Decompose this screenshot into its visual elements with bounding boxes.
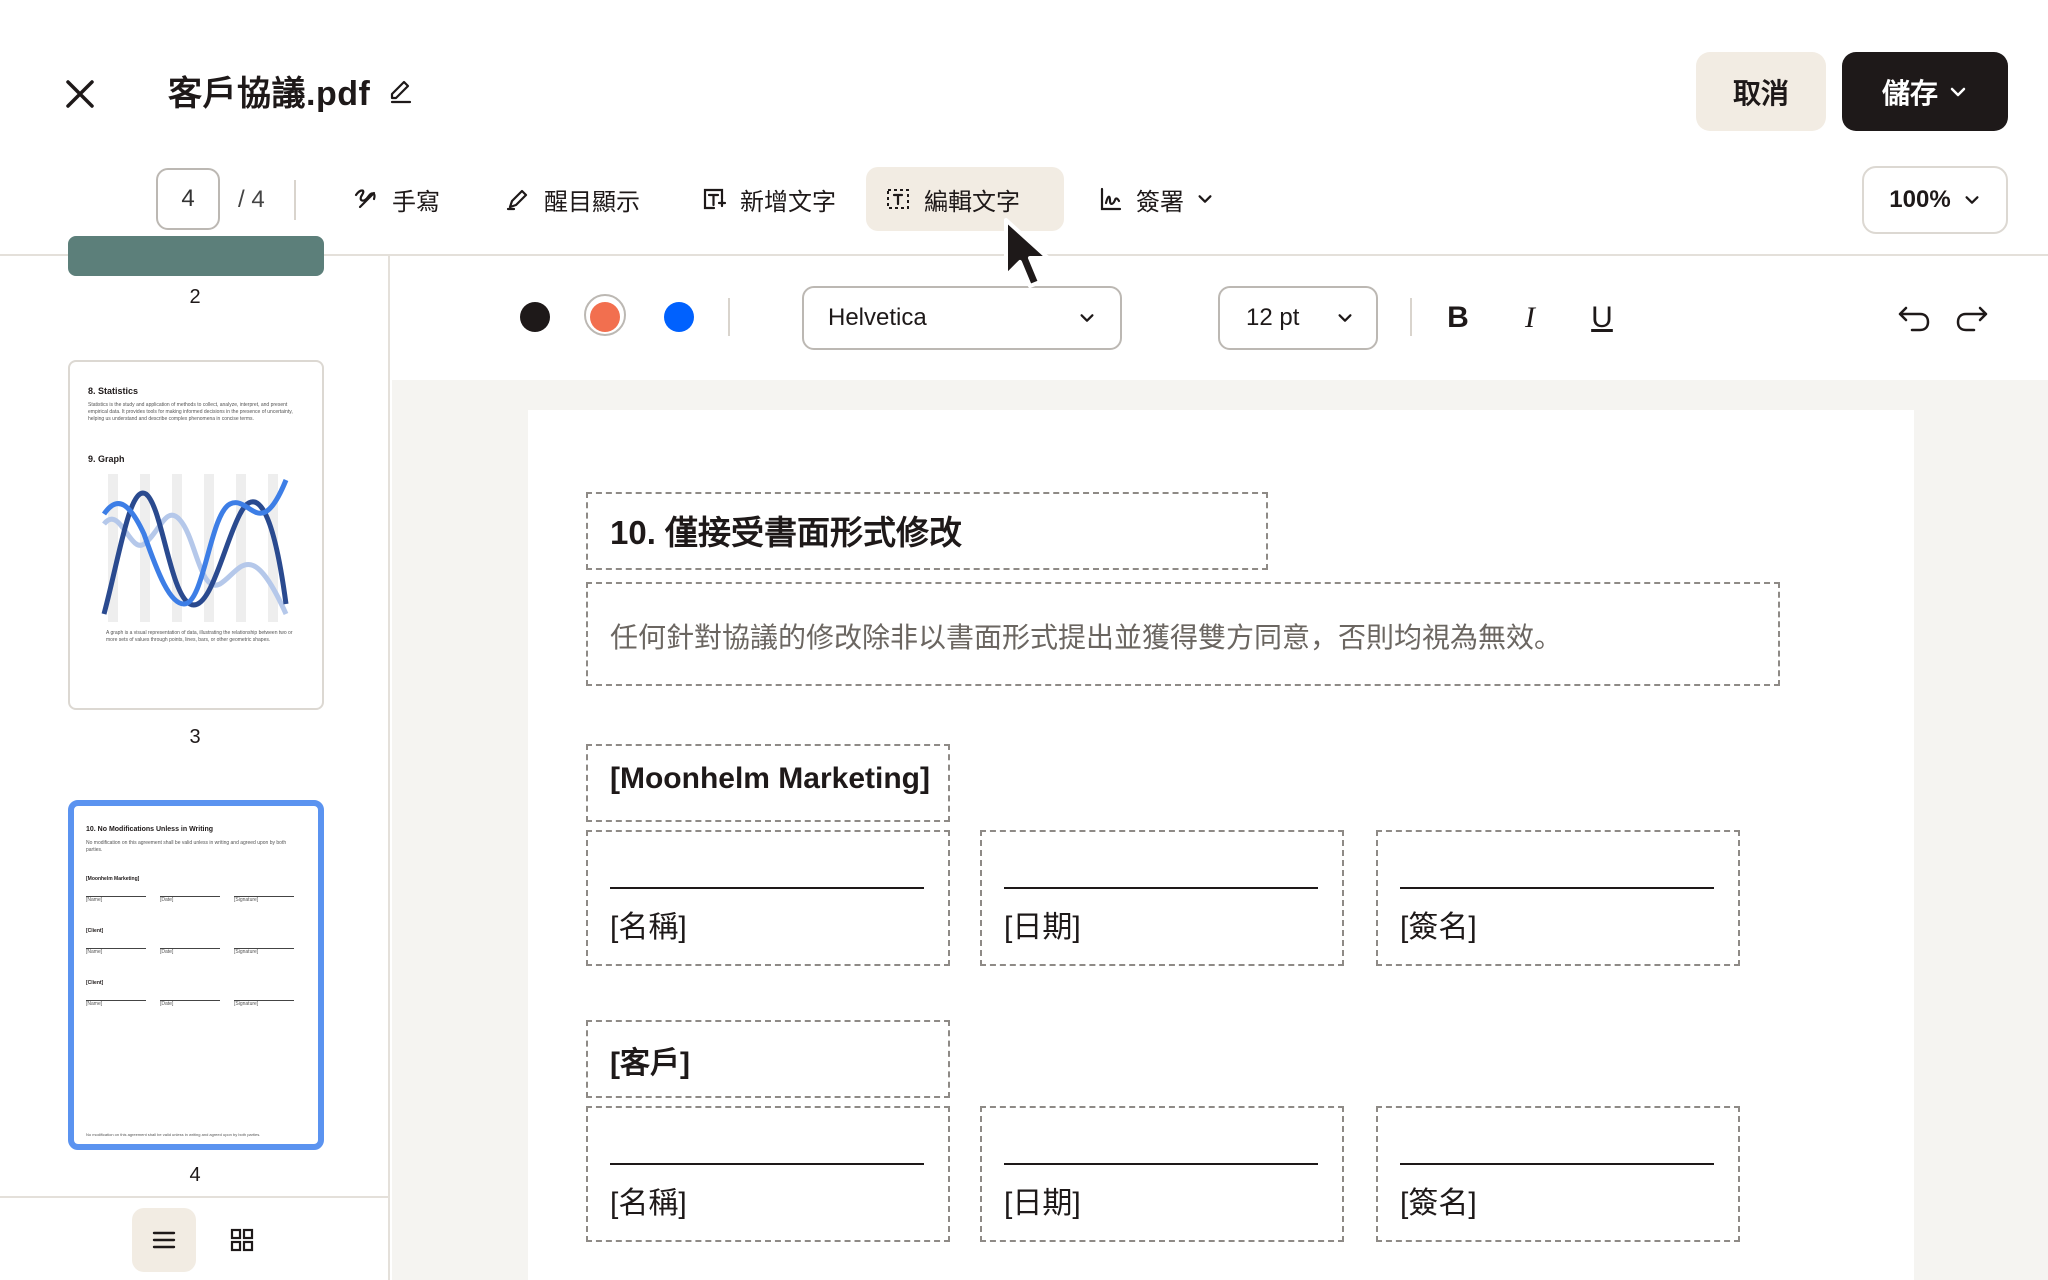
zoom-value: 100% [1889,186,1951,213]
page-number-input[interactable]: 4 [156,168,220,230]
tool-label: 手寫 [392,188,440,216]
format-divider [1410,298,1412,336]
thumb-party: [Moonhelm Marketing] [86,876,140,882]
party-name: [客戶] [610,1047,690,1080]
thumb-heading: 9. Graph [88,454,125,464]
close-icon [66,80,94,108]
page-number-label: 3 [189,726,201,748]
section-heading: 10. 僅接受書面形式修改 [610,514,963,551]
thumb-field: [Name] [86,896,146,903]
page-number-label: 4 [189,1164,201,1186]
redo-button[interactable] [1952,300,1996,340]
zoom-select[interactable]: 100% [1862,166,2008,234]
tool-label: 新增文字 [740,188,836,216]
signature-line [1400,887,1714,889]
name-label: [名稱] [610,1187,687,1220]
font-size-value: 12 pt [1246,304,1300,331]
thumb-field: [Name] [86,948,146,955]
thumb-field: [Date] [160,896,220,903]
tool-label: 簽署 [1136,188,1184,216]
rename-button[interactable] [386,76,416,106]
thumb-field: [Date] [160,948,220,955]
signature-line [610,887,924,889]
underline-button[interactable]: U [1580,296,1624,340]
bold-button[interactable]: B [1436,296,1480,340]
tool-handwriting[interactable]: 手寫 [334,167,458,231]
pencil-icon [390,80,412,104]
thumb-field: [Signature] [234,948,294,955]
tool-label: 醒目顯示 [544,188,640,216]
tool-label: 編輯文字 [924,188,1020,216]
color-swatch-orange[interactable] [590,302,620,332]
italic-button[interactable]: I [1508,296,1552,340]
thumb-field: [Signature] [234,1000,294,1007]
chevron-down-icon [1080,314,1094,322]
page-thumbnails-sidebar[interactable]: 2 8. Statistics Statistics is the study … [0,236,390,1280]
add-text-icon [703,188,727,210]
signature-label: [簽名] [1400,1187,1477,1220]
redo-icon [1956,306,1988,332]
page-thumbnail-4[interactable]: 10. No Modifications Unless in Writing N… [68,800,324,1150]
thumb-field: [Date] [160,1000,220,1007]
signature-line [1004,887,1318,889]
signature-line [1400,1163,1714,1165]
chevron-down-icon [1950,87,1966,96]
page-thumbnail-3[interactable]: 8. Statistics Statistics is the study an… [68,360,324,710]
date-label: [日期] [1004,911,1081,944]
color-swatch-blue[interactable] [664,302,694,332]
format-divider [728,298,730,336]
thumb-heading: 8. Statistics [88,386,139,396]
color-swatch-black[interactable] [520,302,550,332]
sign-icon [1100,187,1122,211]
close-button[interactable] [58,72,102,116]
grid-icon [230,1228,254,1252]
signature-line [610,1163,924,1165]
save-button-label: 儲存 [1881,77,1938,109]
highlighter-icon [506,189,528,211]
mouse-cursor-icon [1004,218,1050,288]
thumb-party: [Client] [86,980,104,986]
list-view-button[interactable] [132,1208,196,1272]
font-family-select[interactable]: Helvetica [802,286,1122,350]
name-label: [名稱] [610,911,687,944]
chevron-down-icon [1198,195,1212,203]
edit-text-icon [887,189,909,209]
undo-button[interactable] [1890,300,1934,340]
thumb-text: Statistics is the study and application … [88,402,293,422]
thumb-footer: No modification on this agreement shall … [86,1132,261,1137]
chevron-down-icon [1338,314,1352,322]
list-icon [152,1231,176,1249]
thumb-field: [Signature] [234,896,294,903]
signature-line [1004,1163,1318,1165]
font-family-value: Helvetica [828,304,927,331]
tool-highlight[interactable]: 醒目顯示 [486,167,658,231]
toolbar-divider [294,180,296,220]
thumb-text: A graph is a visual representation of da… [106,630,293,643]
undo-icon [1898,306,1930,332]
cancel-button[interactable]: 取消 [1696,52,1826,131]
thumb-field: [Name] [86,1000,146,1007]
tool-sign[interactable]: 簽署 [1078,167,1232,231]
party-name: [Moonhelm Marketing] [610,762,930,795]
save-button[interactable]: 儲存 [1842,52,2008,131]
document-title: 客戶協議.pdf [168,75,371,113]
date-label: [日期] [1004,1187,1081,1220]
thumb-heading: 10. No Modifications Unless in Writing [86,826,214,833]
section-body: 任何針對協議的修改除非以書面形式提出並獲得雙方同意，否則均視為無效。 [610,622,1563,653]
handwriting-icon [354,189,376,209]
signature-label: [簽名] [1400,911,1477,944]
tool-add-text[interactable]: 新增文字 [682,167,854,231]
page-thumbnail-2[interactable] [68,236,324,276]
page-number-label: 2 [189,286,201,308]
thumb-party: [Client] [86,928,104,934]
thumb-graph [101,474,289,622]
grid-view-button[interactable] [210,1208,274,1272]
thumb-text: No modification on this agreement shall … [86,840,287,853]
chevron-down-icon [1965,196,1979,204]
page-total: / 4 [238,186,265,213]
font-size-select[interactable]: 12 pt [1218,286,1378,350]
